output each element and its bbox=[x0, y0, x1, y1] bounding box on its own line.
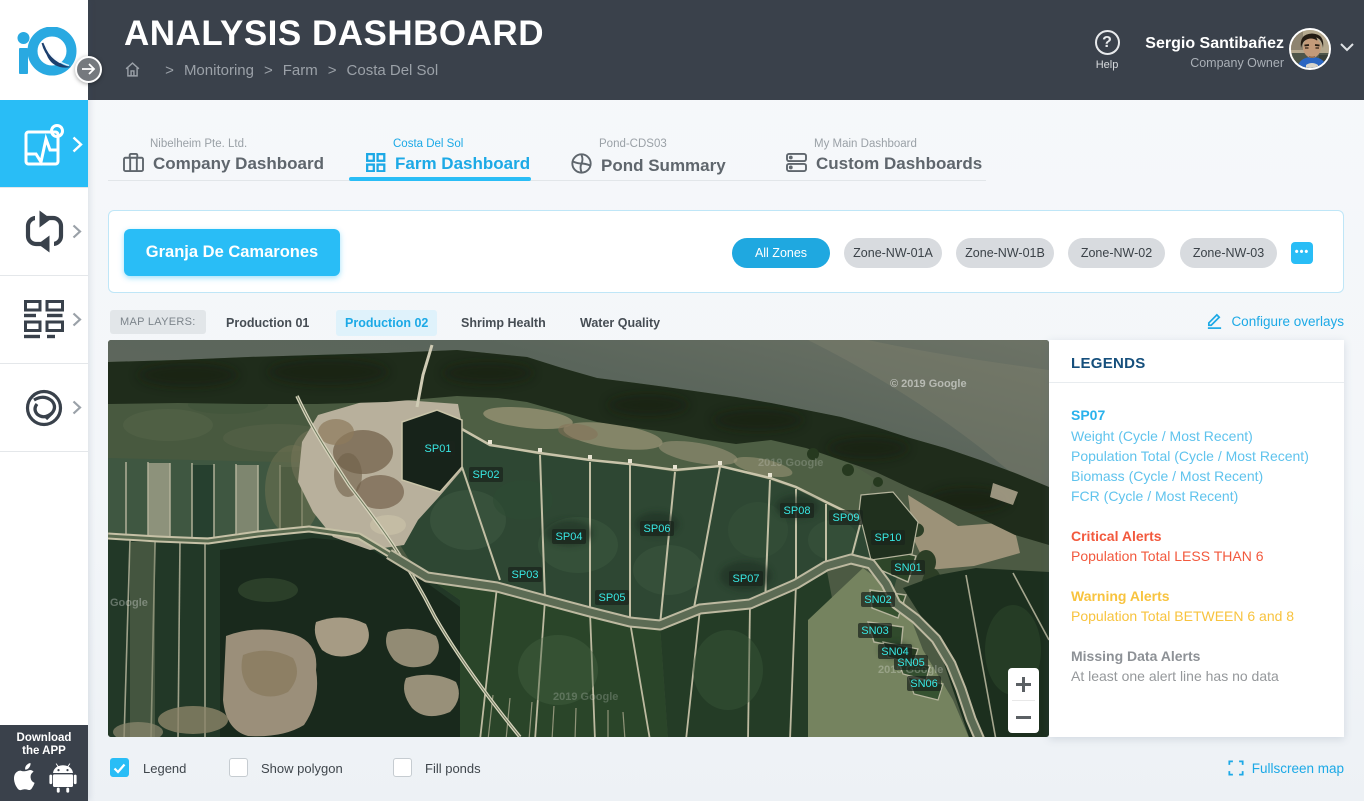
svg-text:SP03: SP03 bbox=[512, 569, 539, 581]
svg-text:SP09: SP09 bbox=[833, 512, 860, 524]
svg-text:SP01: SP01 bbox=[425, 443, 452, 455]
svg-text:© 2019 Google: © 2019 Google bbox=[890, 378, 967, 390]
svg-text:2019 Google: 2019 Google bbox=[758, 457, 823, 469]
svg-text:SP05: SP05 bbox=[599, 592, 626, 604]
svg-text:SP04: SP04 bbox=[556, 531, 583, 543]
svg-text:SN06: SN06 bbox=[910, 678, 938, 690]
svg-text:SN01: SN01 bbox=[894, 562, 922, 574]
svg-text:SP08: SP08 bbox=[784, 505, 811, 517]
svg-text:SN05: SN05 bbox=[897, 657, 925, 669]
svg-text:Google: Google bbox=[110, 597, 148, 609]
svg-text:SN02: SN02 bbox=[864, 594, 892, 606]
svg-text:SP07: SP07 bbox=[733, 573, 760, 585]
svg-text:SP06: SP06 bbox=[644, 523, 671, 535]
svg-text:2019 Google: 2019 Google bbox=[553, 691, 618, 703]
svg-text:SP10: SP10 bbox=[875, 532, 902, 544]
svg-text:SN03: SN03 bbox=[861, 625, 889, 637]
svg-text:SP02: SP02 bbox=[473, 469, 500, 481]
